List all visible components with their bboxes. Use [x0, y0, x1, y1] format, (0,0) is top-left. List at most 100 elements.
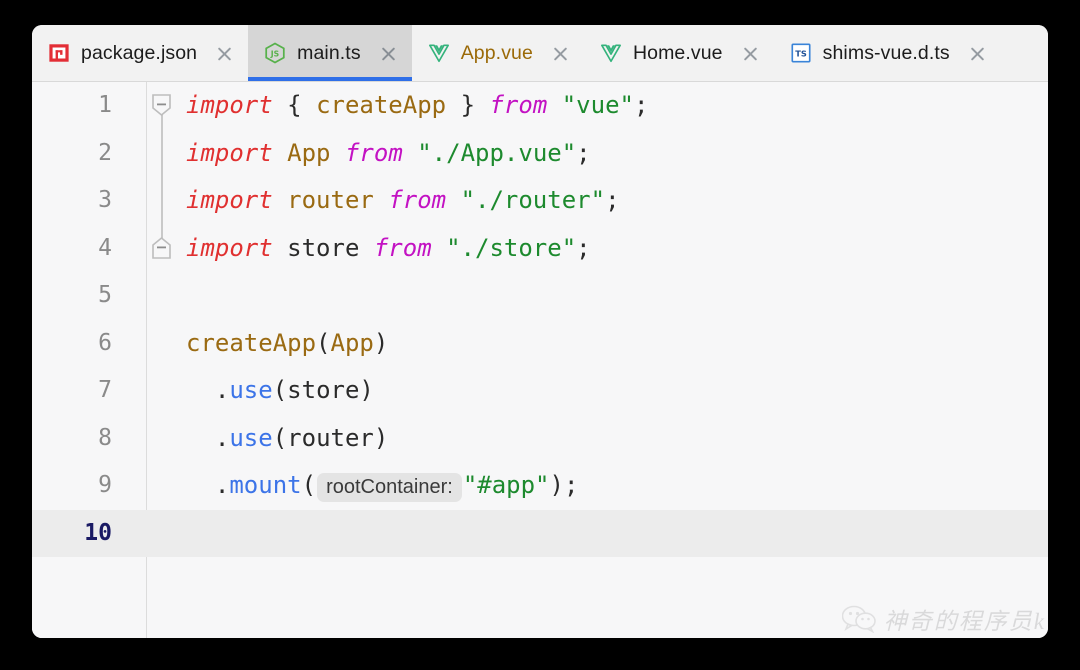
close-icon[interactable] — [741, 44, 760, 63]
token-punct: ) — [359, 376, 374, 404]
close-icon[interactable] — [379, 44, 398, 63]
fold-column[interactable] — [146, 224, 178, 273]
code-line[interactable]: 9 .mount(rootContainer: "#app"); — [32, 462, 1048, 510]
code-line[interactable]: 1 import { createApp } from "vue"; — [32, 82, 1048, 130]
fold-start-icon[interactable] — [151, 93, 172, 117]
token-string: "./store" — [446, 233, 577, 262]
fold-column[interactable] — [146, 462, 178, 510]
fold-column[interactable] — [146, 367, 178, 415]
line-number: 2 — [98, 139, 112, 166]
fold-end-icon[interactable] — [151, 236, 172, 260]
token-method: mount — [229, 471, 302, 499]
token-punct: . — [186, 376, 230, 404]
code-text: .mount(rootContainer: "#app"); — [186, 462, 578, 510]
token-punct: ( — [272, 423, 288, 452]
editor-tab-shims-vue-d-ts[interactable]: TS shims-vue.d.ts — [774, 25, 1001, 81]
js-icon: JS — [265, 42, 285, 64]
code-line[interactable]: 2 import App from "./App.vue"; — [32, 129, 1048, 177]
token-keyword: import — [186, 233, 273, 262]
token-keyword: import — [186, 186, 273, 214]
fold-column[interactable] — [146, 510, 178, 558]
editor-tab-bar: package.json JS main.ts App.vue Home.vue TS sh… — [32, 25, 1048, 82]
editor-tab-home-vue[interactable]: Home.vue — [584, 25, 774, 81]
token-punct: ; — [576, 138, 591, 167]
code-text: import { createApp } from "vue"; — [186, 82, 648, 130]
fold-region-line — [161, 177, 163, 225]
tab-label: App.vue — [460, 41, 533, 64]
token-keyword: import — [186, 91, 273, 119]
svg-text:JS: JS — [270, 49, 279, 58]
token-from: from — [373, 233, 432, 262]
editor-tab-main-ts[interactable]: JS main.ts — [248, 25, 412, 81]
editor-tab-package-json[interactable]: package.json — [32, 25, 248, 81]
code-editor[interactable]: 1 import { createApp } from "vue"; 2 import… — [32, 82, 1048, 638]
code-line[interactable]: 5 — [32, 272, 1048, 320]
token-punct: ) — [373, 328, 389, 357]
code-line[interactable]: 3 import router from "./router"; — [32, 177, 1048, 225]
fold-column[interactable] — [146, 415, 178, 463]
token-from: from — [388, 186, 447, 214]
token-punct: ; — [633, 91, 649, 119]
npm-icon — [49, 44, 69, 62]
vue-icon — [600, 44, 621, 63]
token-punct: } — [460, 91, 476, 119]
token-identifier: createApp — [316, 91, 447, 119]
fold-column[interactable] — [146, 320, 178, 368]
fold-column[interactable] — [146, 129, 178, 177]
token-identifier: App — [330, 328, 374, 357]
code-line[interactable]: 10 — [32, 509, 1048, 558]
token-string: "./router" — [460, 186, 606, 214]
code-lines[interactable]: 1 import { createApp } from "vue"; 2 import… — [32, 82, 1048, 557]
tab-label: Home.vue — [632, 41, 723, 64]
token-identifier: createApp — [186, 328, 317, 357]
fold-column[interactable] — [146, 82, 178, 130]
token-plain: store — [287, 376, 360, 404]
token-identifier: App — [287, 138, 331, 167]
screenshot-root: package.json JS main.ts App.vue Home.vue TS sh… — [0, 0, 1080, 670]
line-number: 8 — [98, 424, 112, 451]
watermark-text: 神奇的程序员k — [883, 609, 1046, 634]
code-text: import store from "./store"; — [186, 225, 591, 273]
token-string: "vue" — [561, 91, 634, 119]
fold-region-line — [161, 129, 163, 177]
token-punct: ) — [373, 423, 389, 452]
token-punct: ( — [316, 328, 331, 357]
line-number: 7 — [98, 377, 112, 403]
fold-column[interactable] — [146, 272, 178, 320]
token-string: "./App.vue" — [417, 138, 577, 167]
editor-tab-app-vue[interactable]: App.vue — [412, 25, 584, 81]
vue-icon — [428, 44, 449, 63]
fold-column[interactable] — [146, 177, 178, 225]
token-punct: . — [186, 471, 230, 499]
code-text: .use(router) — [186, 415, 388, 463]
token-punct: . — [186, 423, 230, 452]
close-icon[interactable] — [215, 44, 234, 63]
token-plain: router — [287, 423, 374, 452]
token-from: from — [489, 91, 548, 119]
ide-window: package.json JS main.ts App.vue Home.vue TS sh… — [32, 25, 1048, 638]
code-line[interactable]: 7 .use(store) — [32, 367, 1048, 415]
token-punct: ; — [563, 471, 579, 499]
inlay-hint: rootContainer: — [317, 473, 462, 502]
token-string: "#app" — [462, 471, 550, 499]
close-icon[interactable] — [551, 44, 570, 63]
code-line[interactable]: 6 createApp(App) — [32, 320, 1048, 368]
line-number: 4 — [98, 234, 112, 261]
code-text: .use(store) — [186, 367, 374, 415]
token-keyword: import — [186, 138, 273, 167]
close-icon[interactable] — [968, 44, 987, 63]
code-line[interactable]: 8 .use(router) — [32, 415, 1048, 463]
token-from: from — [344, 138, 403, 167]
line-number: 10 — [84, 519, 112, 546]
token-punct: ( — [272, 376, 288, 404]
token-punct: { — [287, 91, 302, 119]
code-line[interactable]: 4 import store from "./store"; — [32, 224, 1048, 273]
